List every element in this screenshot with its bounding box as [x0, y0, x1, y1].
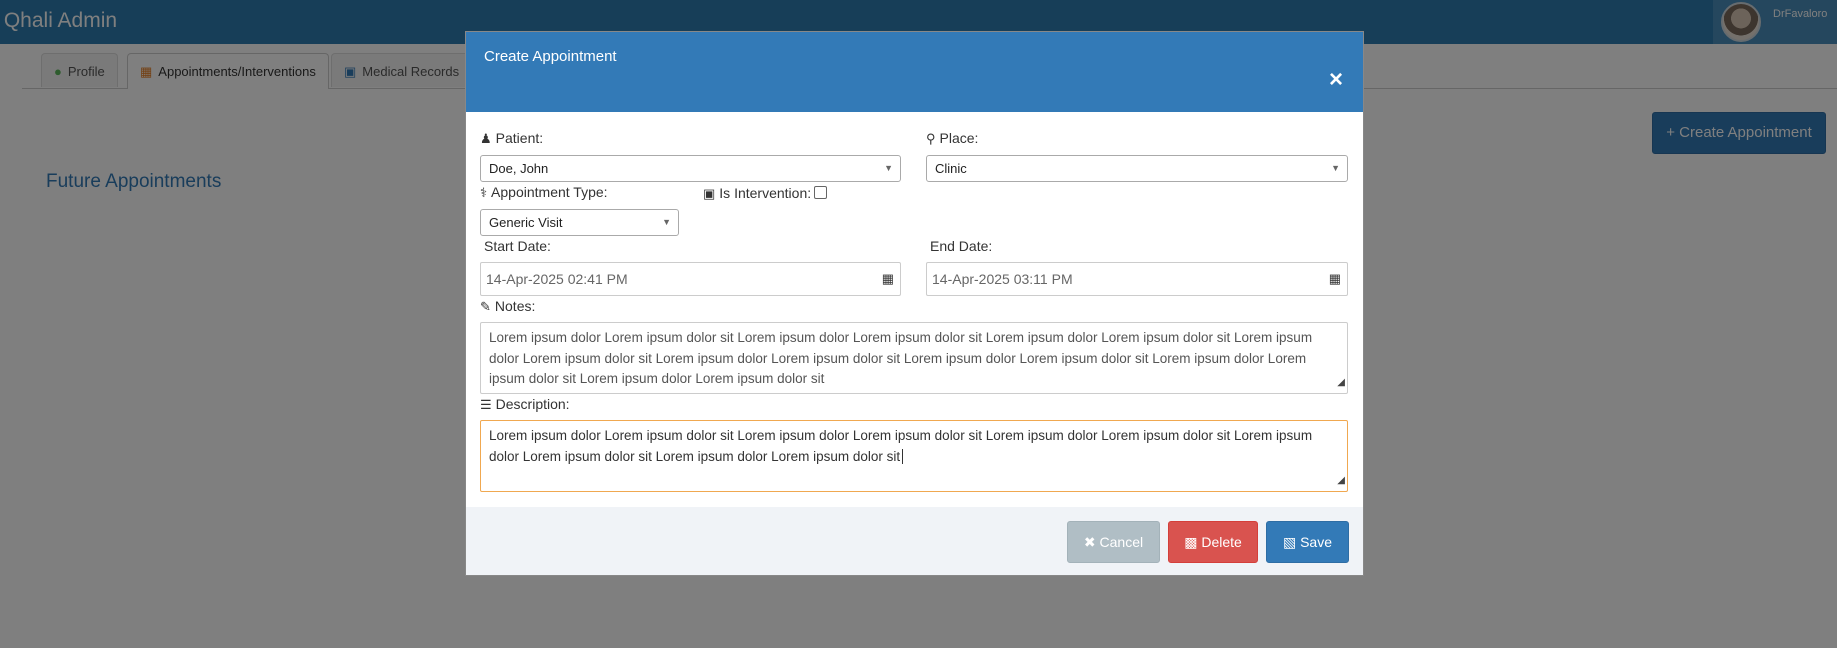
modal-header: Create Appointment × — [466, 32, 1363, 112]
cancel-label: Cancel — [1099, 534, 1144, 550]
save-button[interactable]: ▧ Save — [1266, 521, 1349, 563]
notes-value: Lorem ipsum dolor Lorem ipsum dolor sit … — [489, 330, 1313, 386]
intervention-checkbox[interactable] — [814, 186, 828, 199]
chevron-down-icon: ▼ — [884, 163, 893, 173]
place-select[interactable]: Clinic ▼ — [926, 155, 1348, 182]
resize-handle-icon[interactable]: ◢ — [1337, 373, 1345, 394]
close-icon: ✖ — [1083, 534, 1100, 550]
chevron-down-icon: ▼ — [1331, 163, 1340, 173]
align-left-icon: ☰ — [480, 397, 492, 412]
calendar-icon[interactable]: ▦ — [1329, 263, 1341, 295]
cancel-button[interactable]: ✖ Cancel — [1067, 521, 1160, 563]
end-date-value: 14-Apr-2025 03:11 PM — [932, 271, 1073, 287]
user-icon: ♟ — [480, 131, 492, 146]
intervention-label: ▣ Is Intervention: — [703, 185, 828, 202]
appointment-type-select[interactable]: Generic Visit ▼ — [480, 209, 679, 236]
modal-footer: ✖ Cancel ▩ Delete ▧ Save — [466, 507, 1363, 575]
text-cursor — [902, 448, 904, 464]
patient-label: ♟ Patient: — [480, 130, 543, 147]
delete-label: Delete — [1201, 534, 1242, 550]
close-icon[interactable]: × — [1329, 66, 1343, 94]
save-label: Save — [1300, 534, 1333, 550]
medkit-icon: ▣ — [703, 186, 716, 201]
end-date-label: End Date: — [930, 238, 993, 254]
trash-icon: ▩ — [1184, 534, 1202, 550]
appointment-type-value: Generic Visit — [489, 215, 563, 230]
map-marker-icon: ⚲ — [926, 131, 936, 146]
stethoscope-icon: ⚕ — [480, 185, 488, 200]
appointment-type-label-text: Appointment Type: — [491, 184, 608, 200]
description-value: Lorem ipsum dolor Lorem ipsum dolor sit … — [489, 428, 1313, 464]
place-label-text: Place: — [939, 130, 979, 146]
create-appointment-modal: Create Appointment × ♟ Patient: Doe, John… — [465, 31, 1364, 576]
appointment-type-label: ⚕ Appointment Type: — [480, 184, 608, 201]
pencil-icon: ✎ — [480, 299, 491, 314]
place-label: ⚲ Place: — [926, 130, 978, 147]
notes-label-text: Notes: — [494, 298, 536, 314]
start-date-input[interactable]: 14-Apr-2025 02:41 PM ▦ — [480, 262, 901, 296]
start-date-label: Start Date: — [484, 238, 551, 254]
intervention-label-text: Is Intervention: — [719, 185, 812, 201]
notes-label: ✎ Notes: — [480, 298, 535, 315]
place-value: Clinic — [935, 161, 967, 176]
description-label-text: Description: — [495, 396, 570, 412]
patient-label-text: Patient: — [495, 130, 544, 146]
patient-select[interactable]: Doe, John ▼ — [480, 155, 901, 182]
notes-textarea[interactable]: Lorem ipsum dolor Lorem ipsum dolor sit … — [480, 322, 1348, 394]
delete-button[interactable]: ▩ Delete — [1168, 521, 1258, 563]
resize-handle-icon[interactable]: ◢ — [1337, 471, 1345, 492]
description-label: ☰ Description: — [480, 396, 570, 413]
start-date-value: 14-Apr-2025 02:41 PM — [486, 271, 628, 287]
modal-title: Create Appointment — [484, 48, 617, 65]
end-date-input[interactable]: 14-Apr-2025 03:11 PM ▦ — [926, 262, 1348, 296]
description-textarea[interactable]: Lorem ipsum dolor Lorem ipsum dolor sit … — [480, 420, 1348, 492]
floppy-disk-icon: ▧ — [1282, 534, 1301, 550]
calendar-icon[interactable]: ▦ — [882, 263, 894, 295]
chevron-down-icon: ▼ — [662, 217, 671, 227]
patient-value: Doe, John — [489, 161, 549, 176]
